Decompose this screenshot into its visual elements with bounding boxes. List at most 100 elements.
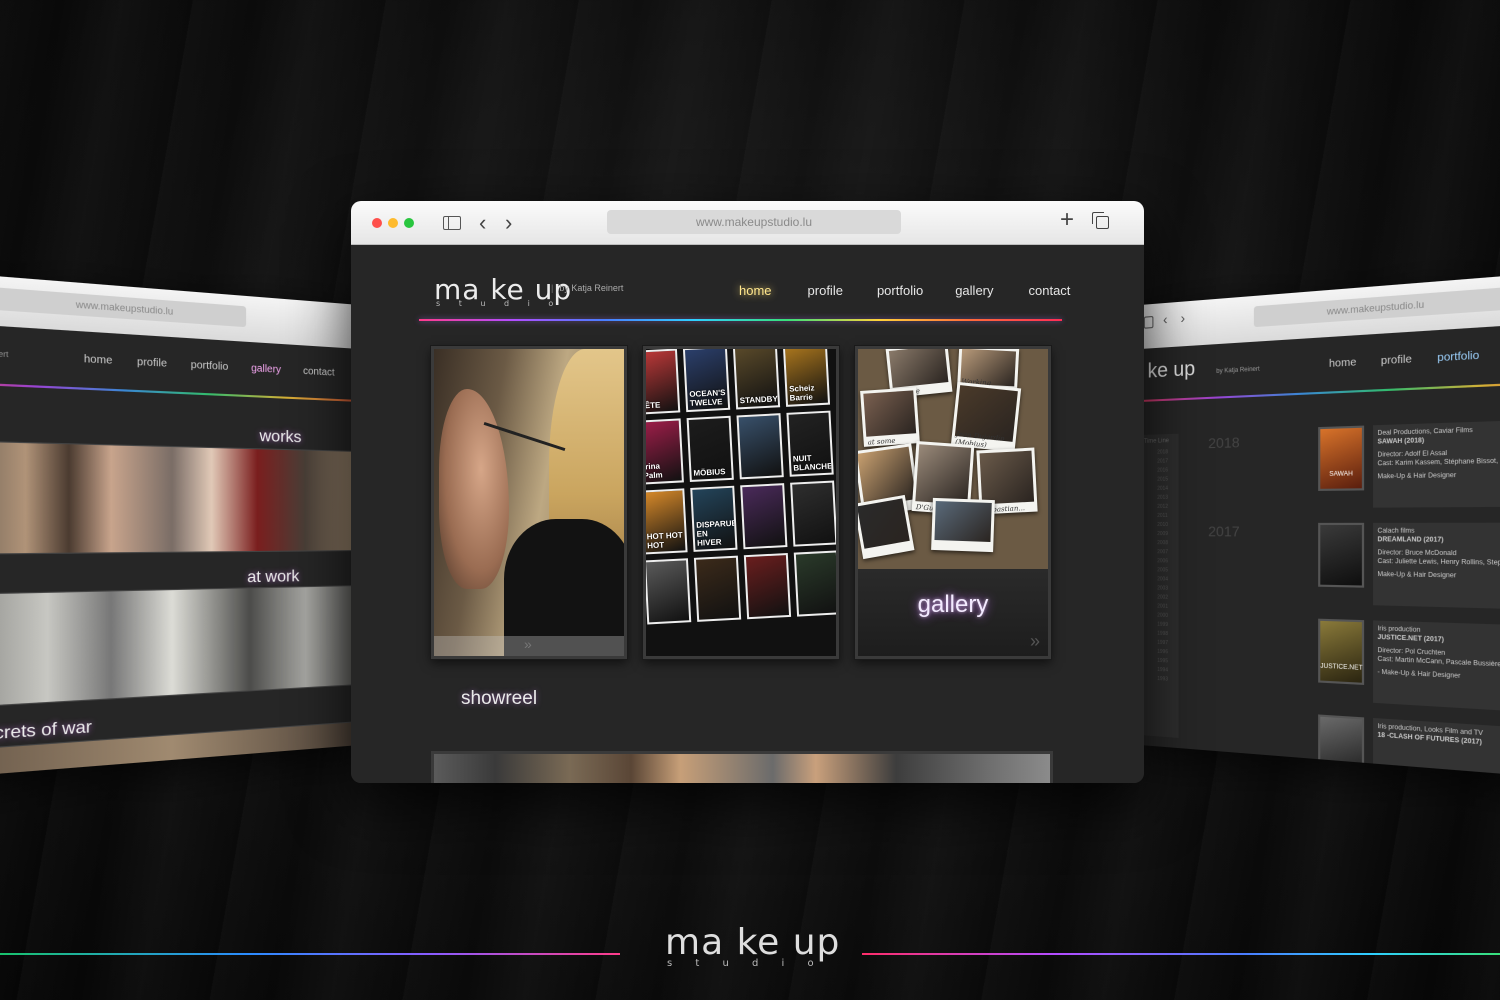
portfolio-tile[interactable]: TÊTE OCEAN'S TWELVE STANDBY Scheiz Barrie Ir… — [643, 346, 839, 659]
timeline-year[interactable]: 2008 — [1157, 539, 1178, 548]
movie-poster[interactable]: DISPARUE EN HIVER — [690, 485, 738, 552]
movie-poster[interactable]: OCEAN'S TWELVE — [682, 349, 731, 413]
movie-posters-grid: TÊTE OCEAN'S TWELVE STANDBY Scheiz Barrie Ir… — [643, 349, 836, 625]
right-rainbow-divider — [1140, 380, 1500, 402]
timeline-year[interactable]: 2007 — [1157, 548, 1178, 557]
timeline-year[interactable]: 2009 — [1157, 530, 1178, 539]
timeline-year[interactable]: 2011 — [1157, 512, 1178, 521]
bottom-rainbow-line-right — [862, 953, 1500, 955]
movie-poster[interactable] — [646, 558, 692, 625]
movie-poster[interactable] — [693, 555, 742, 622]
movie-poster[interactable] — [743, 552, 792, 620]
film-info-card: Iris production, Looks Film and TV 18 -CL… — [1373, 717, 1500, 781]
right-nav-profile[interactable]: profile — [1381, 354, 1412, 368]
nav-home[interactable]: home — [739, 283, 772, 298]
movie-poster-title: DISPARUE EN HIVER — [695, 518, 738, 548]
minimize-window-button[interactable] — [388, 218, 398, 228]
film-poster-thumbnail[interactable] — [1318, 522, 1365, 588]
film-poster-thumbnail[interactable] — [1318, 714, 1365, 781]
nav-gallery[interactable]: gallery — [955, 283, 993, 298]
right-url-bar[interactable]: www.makeupstudio.lu — [1253, 287, 1500, 328]
profile-tile[interactable]: » — [431, 346, 627, 659]
left-nav-gallery[interactable]: gallery — [251, 363, 281, 376]
chevron-down-icon[interactable]: » — [524, 636, 532, 652]
address-bar[interactable]: www.makeupstudio.lu — [607, 210, 901, 234]
movie-poster[interactable]: Scheiz Barrie — [782, 349, 831, 407]
maximize-window-button[interactable] — [404, 218, 414, 228]
left-browser-toolbar: www.makeupstudio.lu — [0, 269, 361, 349]
movie-poster-title — [751, 613, 787, 615]
sidebar-toggle-icon[interactable] — [443, 216, 461, 230]
movie-poster[interactable]: NUIT BLANCHE — [786, 410, 834, 477]
movie-poster[interactable]: HOT HOT HOT — [646, 488, 688, 555]
left-works-strip[interactable] — [0, 440, 360, 555]
left-nav-contact[interactable]: contact — [303, 366, 335, 379]
right-nav-home[interactable]: home — [1329, 357, 1356, 370]
movie-poster[interactable] — [790, 480, 836, 547]
timeline-year[interactable]: 2014 — [1157, 484, 1178, 493]
movie-poster-title: OCEAN'S TWELVE — [689, 388, 726, 408]
right-browser-window: ‹ › www.makeupstudio.lu ke up by Katja R… — [1140, 269, 1500, 781]
site-byline: by Katja Reinert — [551, 283, 623, 293]
film-poster-thumbnail[interactable]: SAWAH — [1318, 425, 1365, 491]
film-poster-thumbnail[interactable]: JUSTICE.NET — [1318, 618, 1365, 685]
nav-portfolio[interactable]: portfolio — [877, 283, 923, 298]
forward-arrow-icon[interactable]: › — [505, 212, 512, 234]
filmography-entry[interactable]: SAWAH Deal Productions, Caviar Films SAWAH… — [1318, 418, 1500, 512]
timeline-year[interactable]: 2004 — [1157, 575, 1178, 585]
left-nav-portfolio[interactable]: portfolio — [191, 359, 229, 373]
back-arrow-icon[interactable]: ‹ — [479, 212, 486, 234]
left-nav-profile[interactable]: profile — [137, 356, 167, 369]
left-at-work-strip[interactable] — [0, 585, 360, 709]
timeline-year[interactable]: 2015 — [1157, 475, 1178, 484]
close-window-button[interactable] — [372, 218, 382, 228]
timeline-year[interactable]: 2005 — [1157, 566, 1178, 575]
movie-poster[interactable] — [793, 550, 836, 617]
showreel-video[interactable] — [431, 751, 1053, 783]
movie-poster[interactable] — [736, 413, 784, 480]
film-role: Make-Up & Hair Designer — [1377, 472, 1457, 481]
timeline-year[interactable]: 2010 — [1157, 521, 1178, 530]
right-nav: home profile portfolio gall — [1329, 347, 1500, 370]
right-nav-portfolio[interactable]: portfolio — [1437, 350, 1479, 365]
new-tab-plus-icon[interactable]: + — [1060, 208, 1074, 232]
double-chevron-right-icon[interactable]: » — [1030, 631, 1040, 652]
right-forward-icon[interactable]: › — [1181, 310, 1186, 327]
timeline-year[interactable]: 2017 — [1157, 457, 1178, 467]
polaroid-collage: PictureWorking picturesat someJean Dujar… — [858, 349, 1048, 569]
left-url-bar[interactable]: www.makeupstudio.lu — [0, 287, 247, 328]
filmography-entry[interactable]: Calach films DREAMLAND (2017) Director: Br… — [1318, 522, 1500, 616]
nav-contact[interactable]: contact — [1029, 283, 1071, 298]
timeline-year[interactable]: 2013 — [1157, 494, 1178, 503]
left-nav-home[interactable]: home — [84, 353, 113, 367]
left-byline: tja Reinert — [0, 349, 9, 360]
right-sidebar-icon[interactable] — [1143, 315, 1154, 329]
polaroid-image — [934, 501, 992, 542]
timeline-year[interactable]: 2016 — [1157, 466, 1178, 476]
nav-profile[interactable]: profile — [808, 283, 843, 298]
right-timeline-label: Time Line — [1143, 438, 1169, 445]
movie-poster-title — [651, 618, 687, 620]
movie-poster-title: NUIT BLANCHE — [792, 453, 833, 473]
right-year-2017: 2017 — [1208, 522, 1240, 540]
movie-poster[interactable] — [740, 483, 788, 550]
right-back-icon[interactable]: ‹ — [1163, 311, 1168, 327]
filmography-entry[interactable]: JUSTICE.NET Iris production JUSTICE.NET (2… — [1318, 618, 1500, 721]
movie-poster[interactable]: MÖBIUS — [686, 415, 734, 483]
tab-overview-icon[interactable] — [1092, 212, 1109, 229]
right-byline: by Katja Reinert — [1216, 366, 1260, 375]
movie-poster[interactable]: TÊTE — [646, 349, 681, 415]
gallery-tile-label: gallery — [917, 591, 989, 618]
gallery-tile[interactable]: PictureWorking picturesat someJean Dujar… — [855, 346, 1051, 659]
polaroid-image — [915, 444, 972, 505]
right-logo[interactable]: ke up — [1148, 358, 1196, 384]
timeline-year[interactable]: 1993 — [1157, 675, 1178, 685]
filmography-entry[interactable]: Iris production, Looks Film and TV 18 -CL… — [1318, 714, 1500, 781]
movie-poster-title — [744, 473, 780, 475]
movie-poster[interactable]: STANDBY — [732, 349, 781, 410]
timeline-year[interactable]: 2006 — [1157, 557, 1178, 566]
timeline-year[interactable]: 2003 — [1157, 584, 1178, 594]
movie-poster[interactable]: Irina Palm — [643, 418, 684, 485]
movie-poster-title: Irina Palm — [643, 461, 663, 481]
timeline-year[interactable]: 2012 — [1157, 503, 1178, 512]
